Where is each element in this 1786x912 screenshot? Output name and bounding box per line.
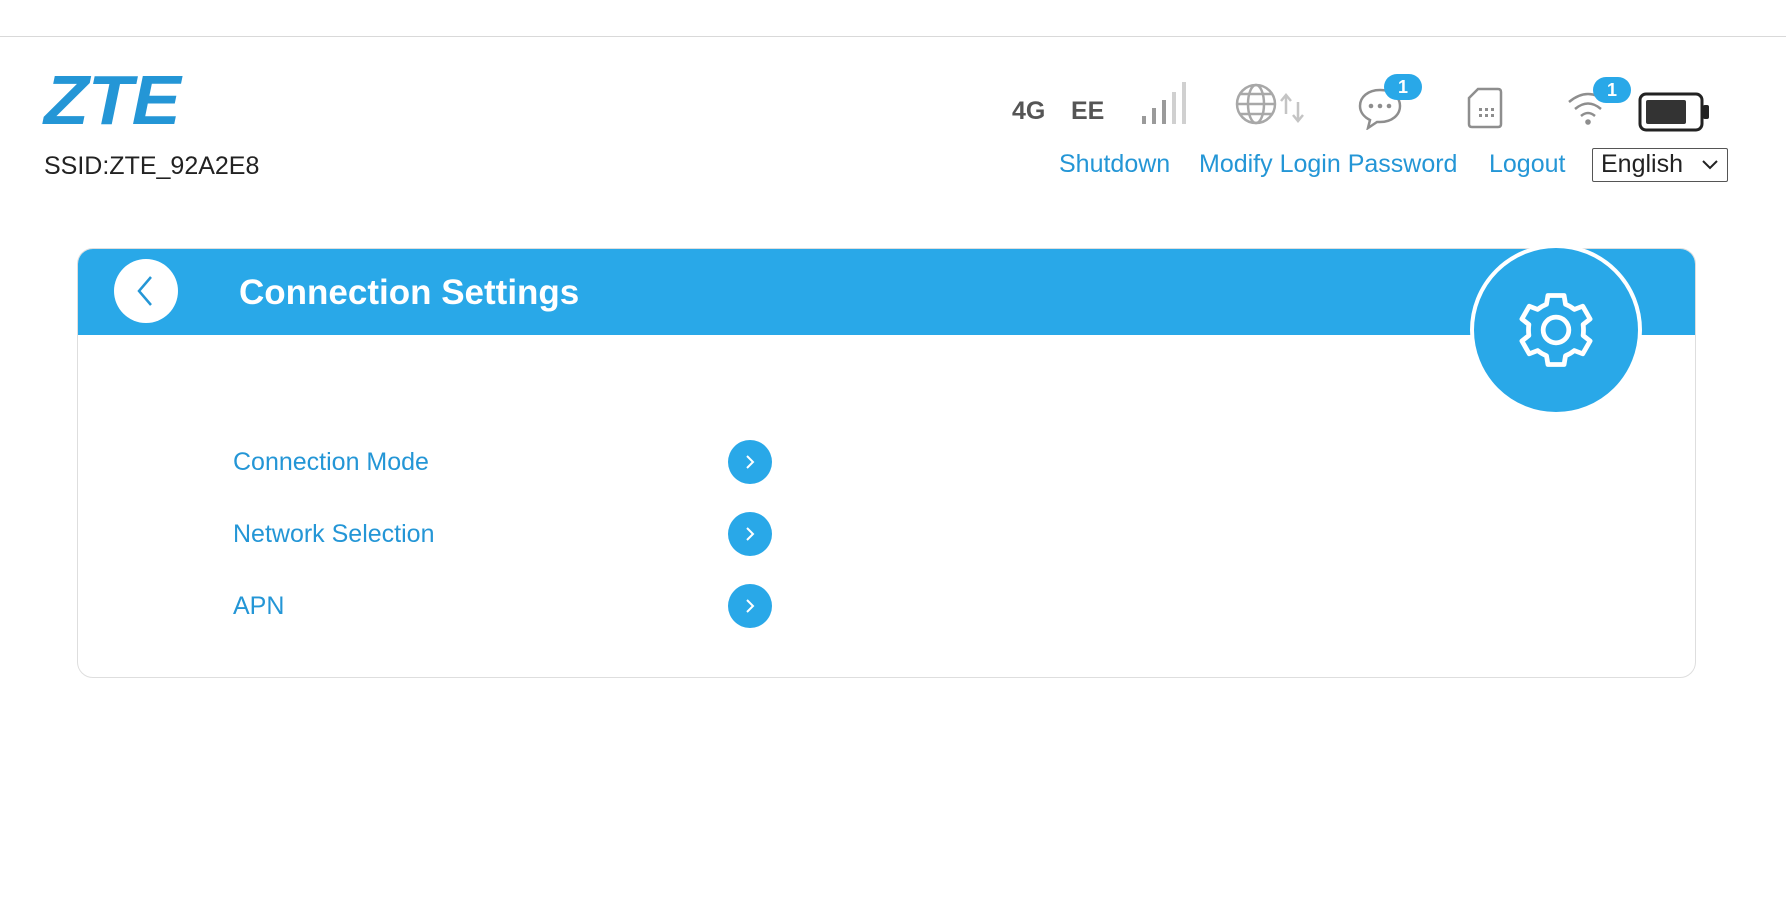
signal-icon (1142, 82, 1186, 124)
arrow-button[interactable] (728, 512, 772, 556)
menu-item-label: APN (233, 592, 285, 620)
panel-header: Connection Settings (78, 249, 1695, 335)
chevron-right-icon (746, 599, 755, 613)
page-title: Connection Settings (239, 273, 580, 312)
menu-item-label: Connection Mode (233, 448, 429, 476)
menu-item-label: Network Selection (233, 520, 435, 548)
transfer-arrows-icon (1280, 93, 1304, 123)
chevron-right-icon (746, 527, 755, 541)
logout-link[interactable]: Logout (1489, 150, 1565, 179)
sms-count-badge: 1 (1384, 74, 1422, 100)
shutdown-link[interactable]: Shutdown (1059, 150, 1170, 179)
arrow-button[interactable] (728, 584, 772, 628)
settings-badge (1470, 244, 1642, 416)
menu-item-apn[interactable]: APN (233, 584, 793, 628)
ssid-label: SSID:ZTE_92A2E8 (44, 152, 260, 180)
back-button[interactable] (114, 259, 178, 323)
arrow-button[interactable] (728, 440, 772, 484)
globe-icon (1235, 83, 1277, 125)
chevron-down-icon (1702, 160, 1718, 170)
wifi-clients-badge: 1 (1593, 77, 1631, 103)
menu-item-connection-mode[interactable]: Connection Mode (233, 440, 793, 484)
operator-name: EE (1071, 97, 1105, 125)
menu-item-network-selection[interactable]: Network Selection (233, 512, 793, 556)
modify-login-password-link[interactable]: Modify Login Password (1199, 150, 1457, 179)
connection-settings-panel: Connection Settings Connection Mode Netw… (77, 248, 1696, 678)
top-divider (0, 36, 1786, 37)
battery-icon (1638, 92, 1709, 132)
sim-card-icon (1467, 87, 1503, 129)
zte-logo: ZTE (44, 61, 181, 139)
chevron-right-icon (746, 455, 755, 469)
language-selected-value: English (1601, 150, 1683, 178)
gear-icon (1519, 293, 1593, 367)
network-type: 4G (1012, 97, 1046, 125)
language-select[interactable]: English (1592, 148, 1728, 182)
chevron-left-icon (137, 276, 152, 306)
